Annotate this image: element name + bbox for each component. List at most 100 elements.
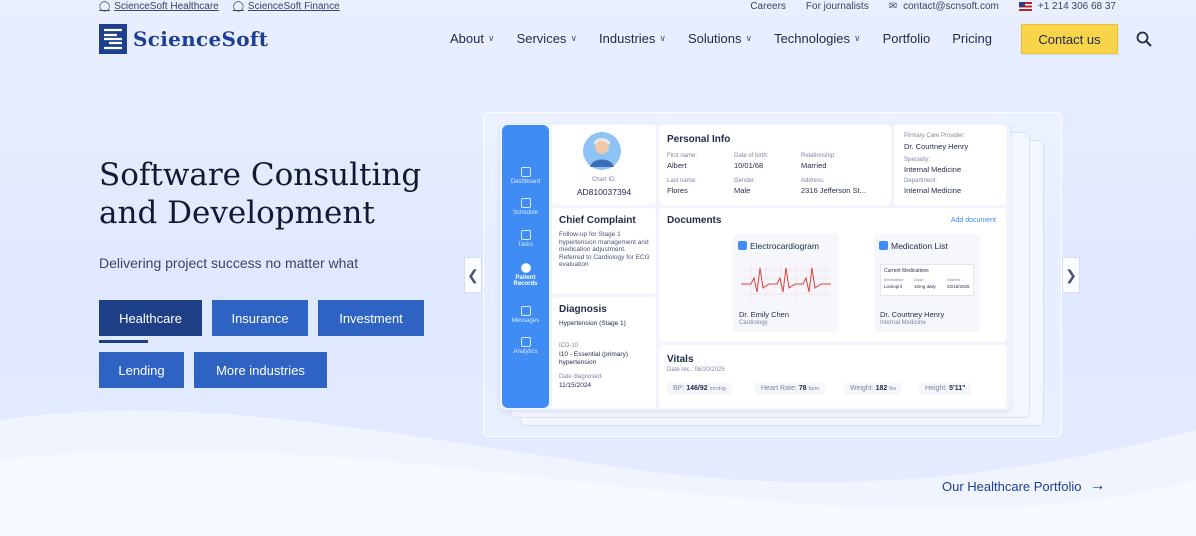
patient-card: Chart ID: AD810037394: [552, 125, 656, 205]
chart-icon: [520, 337, 531, 347]
nav-about[interactable]: About ∨: [450, 31, 495, 46]
vitals-panel: Vitals Date rec.: 06/20/2025 BP: 146/92 …: [659, 345, 1006, 408]
main-nav: About ∨ Services ∨ Industries ∨ Solutions ∨ …: [450, 31, 992, 46]
healthcare-site-link[interactable]: ◯ ScienceSoft Healthcare: [99, 1, 219, 12]
active-indicator: [99, 340, 148, 343]
carousel-prev-button[interactable]: ❮: [464, 257, 482, 293]
diagnosis-date: 11/15/2024: [559, 382, 592, 389]
message-icon: [520, 306, 531, 316]
diagnosis-title: Diagnosis: [559, 304, 607, 315]
careers-link[interactable]: Careers: [750, 1, 786, 12]
medication-department: Internal Medicine: [880, 320, 926, 326]
vital-weight: Weight: 182 lbs: [844, 382, 903, 395]
calendar-icon: [520, 198, 531, 208]
documents-title: Documents: [667, 215, 722, 226]
sidebar-item-messages[interactable]: Messages: [502, 306, 549, 324]
date-of-birth: 10/01/68: [734, 161, 764, 170]
chief-complaint-panel: Chief Complaint Follow-up for Stage 1 hy…: [552, 208, 656, 294]
medication-table: Current Medications Medication Dose Star…: [880, 264, 974, 296]
logo[interactable]: ScienceSoft: [99, 24, 268, 54]
dashboard-icon: [520, 167, 531, 177]
ecg-department: Cardiology: [739, 320, 768, 326]
sidebar-item-schedule[interactable]: Schedule: [502, 198, 549, 216]
vital-bp: BP: 146/92 mmHg: [667, 382, 732, 395]
nav-technologies[interactable]: Technologies ∨: [774, 31, 860, 46]
chevron-down-icon: ∨: [853, 33, 861, 43]
first-name: Albert: [667, 161, 687, 170]
chart-id: AD810037394: [576, 187, 632, 197]
contact-us-button[interactable]: Contact us: [1021, 24, 1118, 54]
relationship: Married: [801, 161, 827, 170]
journalists-link[interactable]: For journalists: [806, 1, 869, 12]
phone-link[interactable]: +1 214 306 68 37: [1018, 1, 1116, 12]
icd-code: I10 - Essential (primary) hypertension: [559, 351, 628, 366]
patient-avatar: [583, 132, 621, 170]
address: 2316 Jefferson St...: [801, 186, 866, 195]
mockup-sidebar: Dashboard Schedule Tasks Patient Records…: [502, 125, 549, 408]
document-icon: [879, 241, 888, 250]
envelope-icon: ✉: [888, 1, 898, 12]
industry-more-button[interactable]: More industries: [194, 352, 327, 388]
last-name: Flores: [667, 186, 688, 195]
arrow-right-icon: →: [1089, 477, 1106, 494]
medication-doctor: Dr. Courtney Henry: [880, 310, 945, 319]
utility-bar: ◯ ScienceSoft Healthcare ◯ ScienceSoft F…: [0, 0, 1196, 14]
documents-panel: Documents Add document Electrocardiogram…: [659, 208, 1006, 342]
gender: Male: [734, 186, 751, 195]
shield-icon: ◯: [99, 1, 111, 12]
us-flag-icon: [1018, 2, 1032, 11]
tasks-icon: [520, 230, 531, 240]
primary-care-provider: Dr. Courtney Henry: [904, 142, 969, 151]
hero-title: Software Consulting and Development: [99, 157, 422, 231]
industry-investment-button[interactable]: Investment: [318, 300, 424, 336]
hero-subtitle: Delivering project success no matter wha…: [99, 255, 359, 271]
vitals-title: Vitals: [667, 354, 694, 365]
document-icon: [738, 241, 747, 250]
diagnosis-condition: Hypertension (Stage 1): [559, 320, 626, 327]
vital-heart-rate: Heart Rate: 78 bpm: [755, 382, 826, 395]
vital-height: Height: 5'11": [919, 382, 972, 395]
patients-icon: [520, 263, 531, 273]
search-icon[interactable]: [1136, 31, 1152, 47]
dollar-icon: ◯: [232, 1, 244, 12]
chief-complaint-text: Follow-up for Stage 1 hypertension manag…: [559, 231, 650, 268]
chevron-right-icon: ❯: [1065, 266, 1077, 283]
specialty: Internal Medicine: [904, 165, 962, 174]
industry-insurance-button[interactable]: Insurance: [212, 300, 308, 336]
chevron-down-icon: ∨: [570, 33, 578, 43]
sidebar-item-patient-records[interactable]: Patient Records: [502, 263, 549, 287]
industry-healthcare-button[interactable]: Healthcare: [99, 300, 202, 336]
chief-complaint-title: Chief Complaint: [559, 215, 636, 226]
add-document-link[interactable]: Add document: [951, 217, 996, 224]
sidebar-item-dashboard[interactable]: Dashboard: [502, 167, 549, 185]
finance-site-link[interactable]: ◯ ScienceSoft Finance: [233, 1, 340, 12]
nav-pricing[interactable]: Pricing: [952, 31, 992, 46]
industry-lending-button[interactable]: Lending: [99, 352, 184, 388]
chevron-down-icon: ∨: [487, 33, 495, 43]
provider-panel: Primary Care Provider: Dr. Courtney Henr…: [894, 125, 1006, 205]
logo-text: ScienceSoft: [133, 27, 269, 51]
personal-info-title: Personal Info: [667, 134, 731, 145]
sidebar-item-analytics[interactable]: Analytics: [502, 337, 549, 355]
chevron-down-icon: ∨: [745, 33, 753, 43]
email-link[interactable]: ✉ contact@scnsoft.com: [889, 1, 999, 12]
carousel-next-button[interactable]: ❯: [1062, 257, 1080, 293]
diagnosis-panel: Diagnosis Hypertension (Stage 1) ICD-10 …: [552, 297, 656, 408]
nav-solutions[interactable]: Solutions ∨: [688, 31, 752, 46]
nav-industries[interactable]: Industries ∨: [599, 31, 666, 46]
vitals-date: Date rec.: 06/20/2025: [667, 367, 725, 373]
department: Internal Medicine: [904, 186, 962, 195]
chevron-down-icon: ∨: [659, 33, 666, 43]
ehr-mockup: Dashboard Schedule Tasks Patient Records…: [500, 124, 1010, 410]
chevron-left-icon: ❮: [467, 266, 479, 283]
nav-services[interactable]: Services ∨: [517, 31, 577, 46]
ecg-waveform: [741, 264, 831, 300]
healthcare-portfolio-link[interactable]: Our Healthcare Portfolio →: [942, 477, 1105, 495]
medication-list-document[interactable]: Medication List Current Medications Medi…: [874, 234, 980, 332]
ecg-doctor: Dr. Emily Chen: [739, 310, 790, 319]
sciencesoft-logo-icon: [99, 24, 127, 54]
personal-info-panel: Personal Info First name: Albert Date of…: [659, 125, 891, 205]
ecg-document[interactable]: Electrocardiogram Dr. Emily Chen Cardiol…: [733, 234, 839, 332]
nav-portfolio[interactable]: Portfolio: [883, 31, 931, 46]
sidebar-item-tasks[interactable]: Tasks: [502, 230, 549, 248]
